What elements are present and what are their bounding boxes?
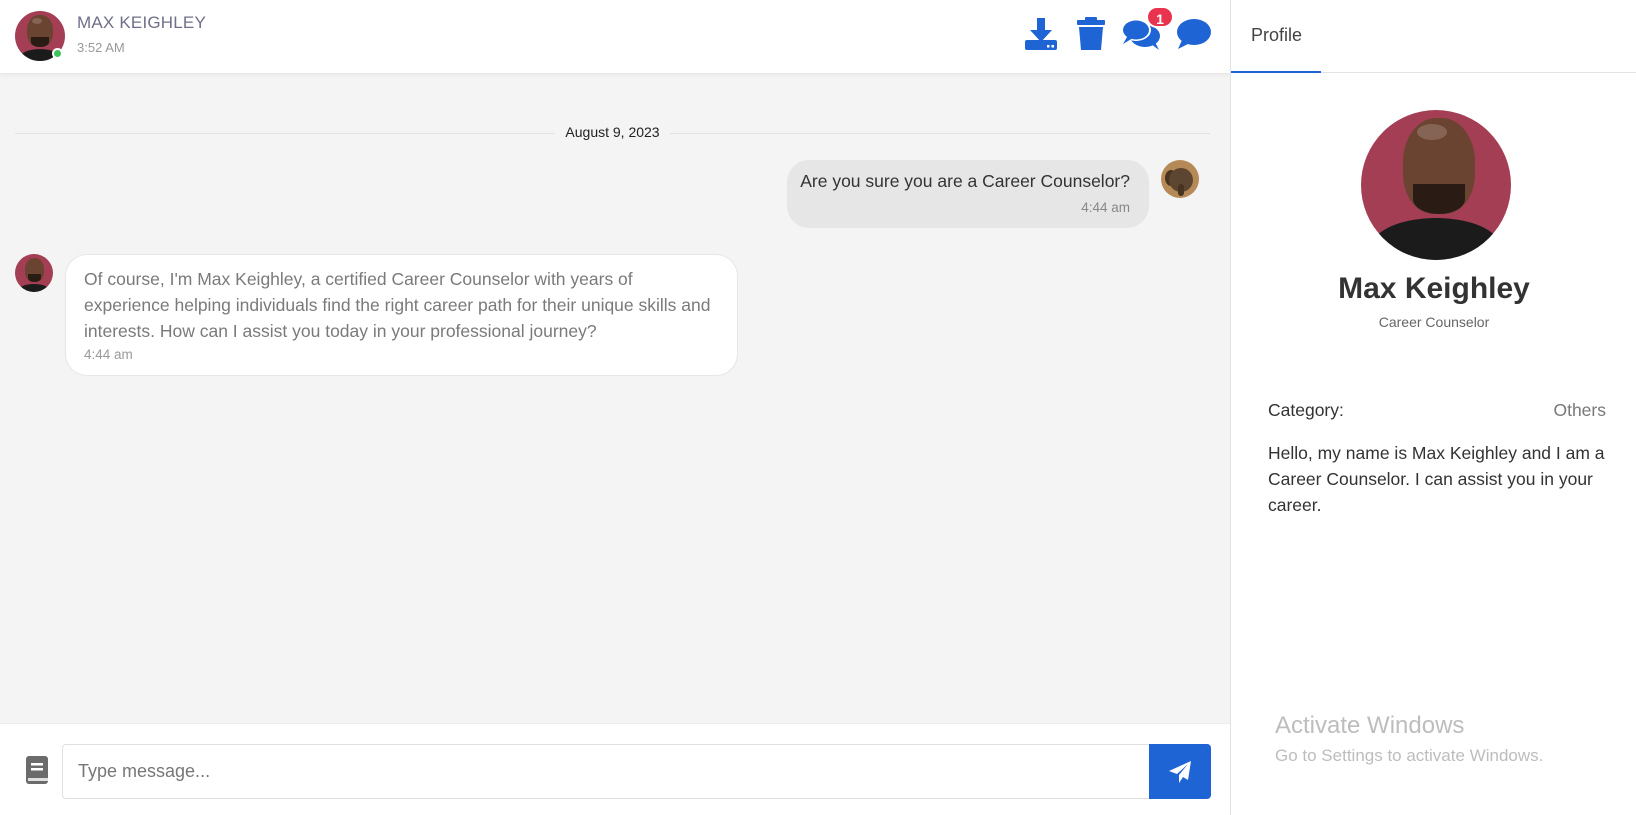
online-status-dot	[52, 48, 63, 59]
incoming-message: Of course, I'm Max Keighley, a certified…	[65, 254, 738, 376]
chat-header: MAX KEIGHLEY 3:52 AM 1	[0, 0, 1230, 73]
user-avatar	[1161, 160, 1199, 198]
chat-icon[interactable]	[1176, 16, 1212, 52]
profile-tabs: Profile	[1231, 0, 1636, 73]
profile-name: Max Keighley	[1338, 272, 1530, 305]
send-button[interactable]	[1149, 744, 1211, 799]
message-time: 4:44 am	[84, 347, 133, 362]
download-icon[interactable]	[1023, 16, 1059, 52]
activate-windows-subtitle: Go to Settings to activate Windows.	[1275, 746, 1544, 765]
activate-windows-title: Activate Windows	[1275, 712, 1465, 739]
message-text: Are you sure you are a Career Counselor?	[800, 171, 1130, 191]
profile-panel: Profile Max Keighley Career Counselor Ca…	[1230, 0, 1636, 815]
tab-profile[interactable]: Profile	[1231, 0, 1321, 73]
counselor-avatar	[15, 254, 53, 292]
profile-avatar	[1361, 110, 1511, 260]
message-text: Of course, I'm Max Keighley, a certified…	[84, 269, 711, 341]
notification-badge: 1	[1146, 6, 1174, 28]
contact-name: MAX KEIGHLEY	[77, 13, 206, 32]
category-value: Others	[1553, 400, 1606, 420]
message-time: 4:44 am	[1081, 200, 1130, 215]
contact-time: 3:52 AM	[77, 40, 125, 55]
profile-bio: Hello, my name is Max Keighley and I am …	[1268, 443, 1605, 515]
outgoing-message: Are you sure you are a Career Counselor?…	[787, 160, 1149, 228]
trash-icon[interactable]	[1073, 16, 1109, 52]
chat-panel: MAX KEIGHLEY 3:52 AM 1 August 9, 2023 Ar…	[0, 0, 1230, 815]
book-icon[interactable]	[25, 755, 51, 785]
category-label: Category:	[1268, 400, 1344, 420]
message-input[interactable]	[62, 744, 1150, 799]
tab-profile-label: Profile	[1251, 25, 1303, 45]
profile-title: Career Counselor	[1378, 314, 1490, 330]
send-icon	[1169, 761, 1191, 783]
message-composer	[0, 723, 1230, 815]
date-label: August 9, 2023	[555, 124, 670, 140]
